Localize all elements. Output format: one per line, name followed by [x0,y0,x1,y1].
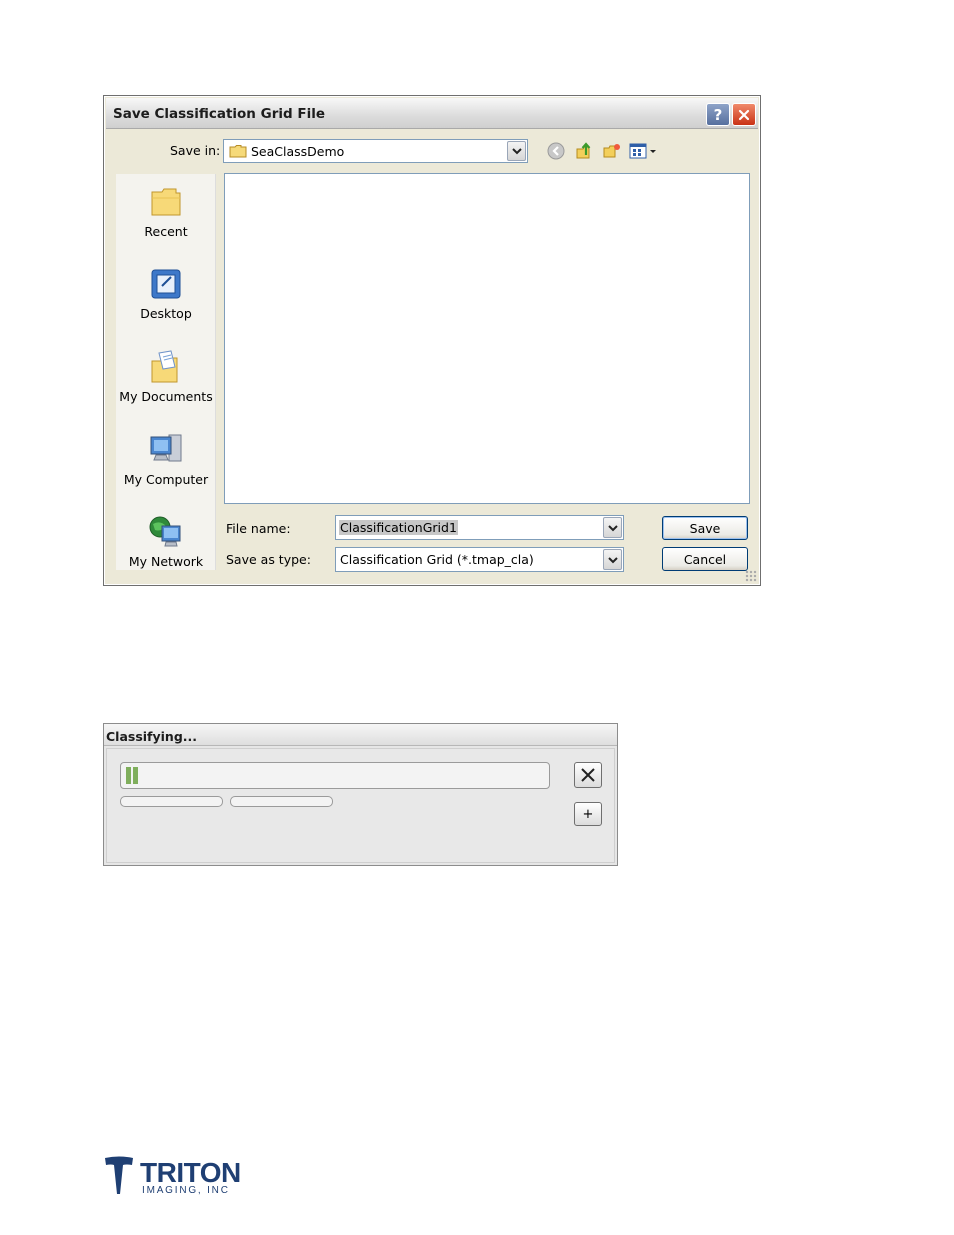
desktop-icon [151,269,181,299]
new-folder-icon [603,144,620,158]
classifying-title: Classifying... [106,729,198,744]
triton-logo: TRITON IMAGING, INC [104,1156,244,1201]
up-folder-icon [576,142,591,159]
new-folder-button[interactable] [601,142,623,160]
places-bar: Recent Desktop My Documents My Computer … [116,174,216,570]
save-as-type-dropdown[interactable]: Classification Grid (*.tmap_cla) [335,547,624,572]
file-list-pane[interactable] [224,173,750,504]
plus-icon: + [582,806,594,822]
close-icon [738,109,750,120]
view-menu-button[interactable] [629,142,657,160]
classifying-titlebar[interactable]: Classifying... [104,724,617,746]
file-name-text-wrap: ClassificationGrid1 [336,520,603,535]
close-icon [581,768,595,782]
file-name-label: File name: [226,521,291,536]
help-icon: ? [713,105,723,124]
sub-progress-bar-1 [120,796,223,807]
cancel-classifying-button[interactable] [574,762,602,788]
place-my-computer[interactable]: My Computer [116,432,216,487]
my-network-icon [149,516,181,547]
logo-subtitle: IMAGING, INC [142,1185,230,1196]
save-in-label: Save in: [170,143,221,158]
file-name-value: ClassificationGrid1 [339,520,458,535]
navigation-toolbar [545,142,657,160]
sub-progress-bar-2 [230,796,333,807]
place-label: My Documents [119,389,213,404]
recent-folder-icon [151,188,181,216]
place-my-network[interactable]: My Network [116,514,216,569]
place-recent[interactable]: Recent [116,184,216,239]
triton-logo-icon [105,1156,133,1194]
save-classification-dialog: Save Classification Grid File ? Save in:… [103,95,761,586]
chevron-down-icon [607,524,618,531]
classifying-dialog: Classifying... + [103,723,618,866]
place-label: My Network [128,554,204,569]
save-as-type-label: Save as type: [226,552,311,567]
save-as-type-dropdown-button[interactable] [603,549,622,570]
chevron-down-icon [511,148,522,155]
save-in-dropdown[interactable]: SeaClassDemo [223,139,528,163]
save-button[interactable]: Save [662,516,748,540]
back-arrow-icon [547,142,565,160]
place-label: Desktop [140,306,192,321]
my-computer-icon [150,434,182,462]
help-button[interactable]: ? [706,103,730,126]
up-folder-button[interactable] [573,142,595,160]
progress-segment [126,767,131,784]
folder-icon [229,145,247,158]
close-button[interactable] [732,103,756,126]
place-label: Recent [144,224,188,239]
chevron-down-icon [607,556,618,563]
expand-details-button[interactable]: + [574,802,602,826]
main-progress-bar [120,762,550,789]
file-name-input[interactable]: ClassificationGrid1 [335,515,624,540]
cancel-button[interactable]: Cancel [662,547,748,571]
dialog-titlebar[interactable]: Save Classification Grid File ? [106,98,758,129]
place-my-documents[interactable]: My Documents [116,349,216,404]
my-documents-icon [151,350,178,383]
save-in-dropdown-button[interactable] [507,141,526,161]
back-button[interactable] [545,142,567,160]
save-in-value: SeaClassDemo [251,143,345,159]
view-menu-icon [629,143,656,159]
dialog-title: Save Classification Grid File [113,106,325,122]
save-as-type-value: Classification Grid (*.tmap_cla) [340,552,534,567]
place-desktop[interactable]: Desktop [116,266,216,321]
progress-segment [133,767,138,784]
resize-grip[interactable] [745,570,757,582]
place-label: My Computer [123,472,209,487]
file-name-dropdown-button[interactable] [603,517,622,538]
